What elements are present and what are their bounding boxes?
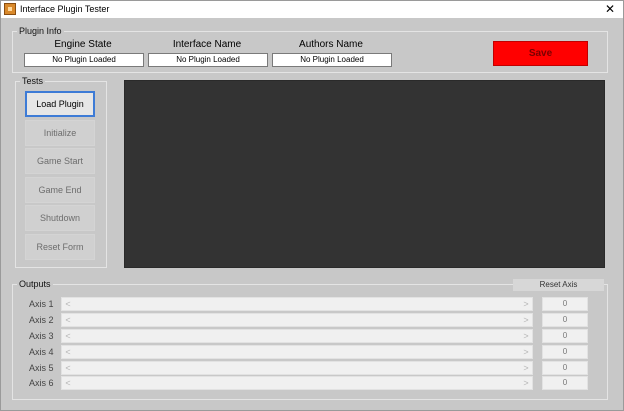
render-canvas[interactable] bbox=[124, 80, 605, 268]
app-window: Interface Plugin Tester ✕ Plugin Info En… bbox=[0, 0, 624, 411]
chevron-right-icon[interactable]: > bbox=[520, 346, 532, 358]
interface-name-label: Interface Name bbox=[172, 39, 242, 50]
plugin-info-title: Plugin Info bbox=[17, 26, 64, 37]
tests-title: Tests bbox=[20, 76, 46, 87]
axis-5-value: 0 bbox=[542, 361, 588, 375]
chevron-right-icon[interactable]: > bbox=[520, 377, 532, 389]
reset-form-button[interactable]: Reset Form bbox=[25, 234, 95, 260]
shutdown-button[interactable]: Shutdown bbox=[25, 205, 95, 231]
chevron-left-icon[interactable]: < bbox=[62, 330, 74, 342]
chevron-left-icon[interactable]: < bbox=[62, 377, 74, 389]
game-end-button[interactable]: Game End bbox=[25, 177, 95, 203]
chevron-left-icon[interactable]: < bbox=[62, 298, 74, 310]
chevron-right-icon[interactable]: > bbox=[520, 314, 532, 326]
axis-label: Axis 6 bbox=[29, 378, 54, 388]
axis-1-scrollbar[interactable]: < > bbox=[61, 297, 533, 311]
game-start-button[interactable]: Game Start bbox=[25, 148, 95, 174]
engine-state-field: No Plugin Loaded bbox=[24, 53, 144, 67]
save-button[interactable]: Save bbox=[493, 41, 588, 66]
engine-state-label: Engine State bbox=[54, 39, 112, 50]
chevron-right-icon[interactable]: > bbox=[520, 362, 532, 374]
axis-6-scrollbar[interactable]: < > bbox=[61, 376, 533, 390]
axis-3-value: 0 bbox=[542, 329, 588, 343]
app-icon bbox=[4, 3, 16, 15]
axis-label: Axis 4 bbox=[29, 347, 54, 357]
axis-4-value: 0 bbox=[542, 345, 588, 359]
axis-label: Axis 5 bbox=[29, 363, 54, 373]
load-plugin-button[interactable]: Load Plugin bbox=[25, 91, 95, 117]
authors-name-label: Authors Name bbox=[299, 39, 363, 50]
axis-1-value: 0 bbox=[542, 297, 588, 311]
axis-2-scrollbar[interactable]: < > bbox=[61, 313, 533, 327]
chevron-left-icon[interactable]: < bbox=[62, 346, 74, 358]
axis-label: Axis 1 bbox=[29, 299, 54, 309]
chevron-right-icon[interactable]: > bbox=[520, 298, 532, 310]
chevron-left-icon[interactable]: < bbox=[62, 314, 74, 326]
reset-axis-button[interactable]: Reset Axis bbox=[513, 279, 604, 291]
close-button[interactable]: ✕ bbox=[599, 1, 621, 18]
axis-5-scrollbar[interactable]: < > bbox=[61, 361, 533, 375]
title-bar: Interface Plugin Tester ✕ bbox=[1, 1, 623, 18]
chevron-right-icon[interactable]: > bbox=[520, 330, 532, 342]
chevron-left-icon[interactable]: < bbox=[62, 362, 74, 374]
initialize-button[interactable]: Initialize bbox=[25, 120, 95, 146]
axis-label: Axis 3 bbox=[29, 331, 54, 341]
axis-2-value: 0 bbox=[542, 313, 588, 327]
outputs-title: Outputs bbox=[17, 279, 53, 290]
window-title: Interface Plugin Tester bbox=[20, 4, 110, 14]
axis-3-scrollbar[interactable]: < > bbox=[61, 329, 533, 343]
axis-4-scrollbar[interactable]: < > bbox=[61, 345, 533, 359]
axis-label: Axis 2 bbox=[29, 315, 54, 325]
authors-name-field: No Plugin Loaded bbox=[272, 53, 392, 67]
interface-name-field: No Plugin Loaded bbox=[148, 53, 268, 67]
axis-6-value: 0 bbox=[542, 376, 588, 390]
